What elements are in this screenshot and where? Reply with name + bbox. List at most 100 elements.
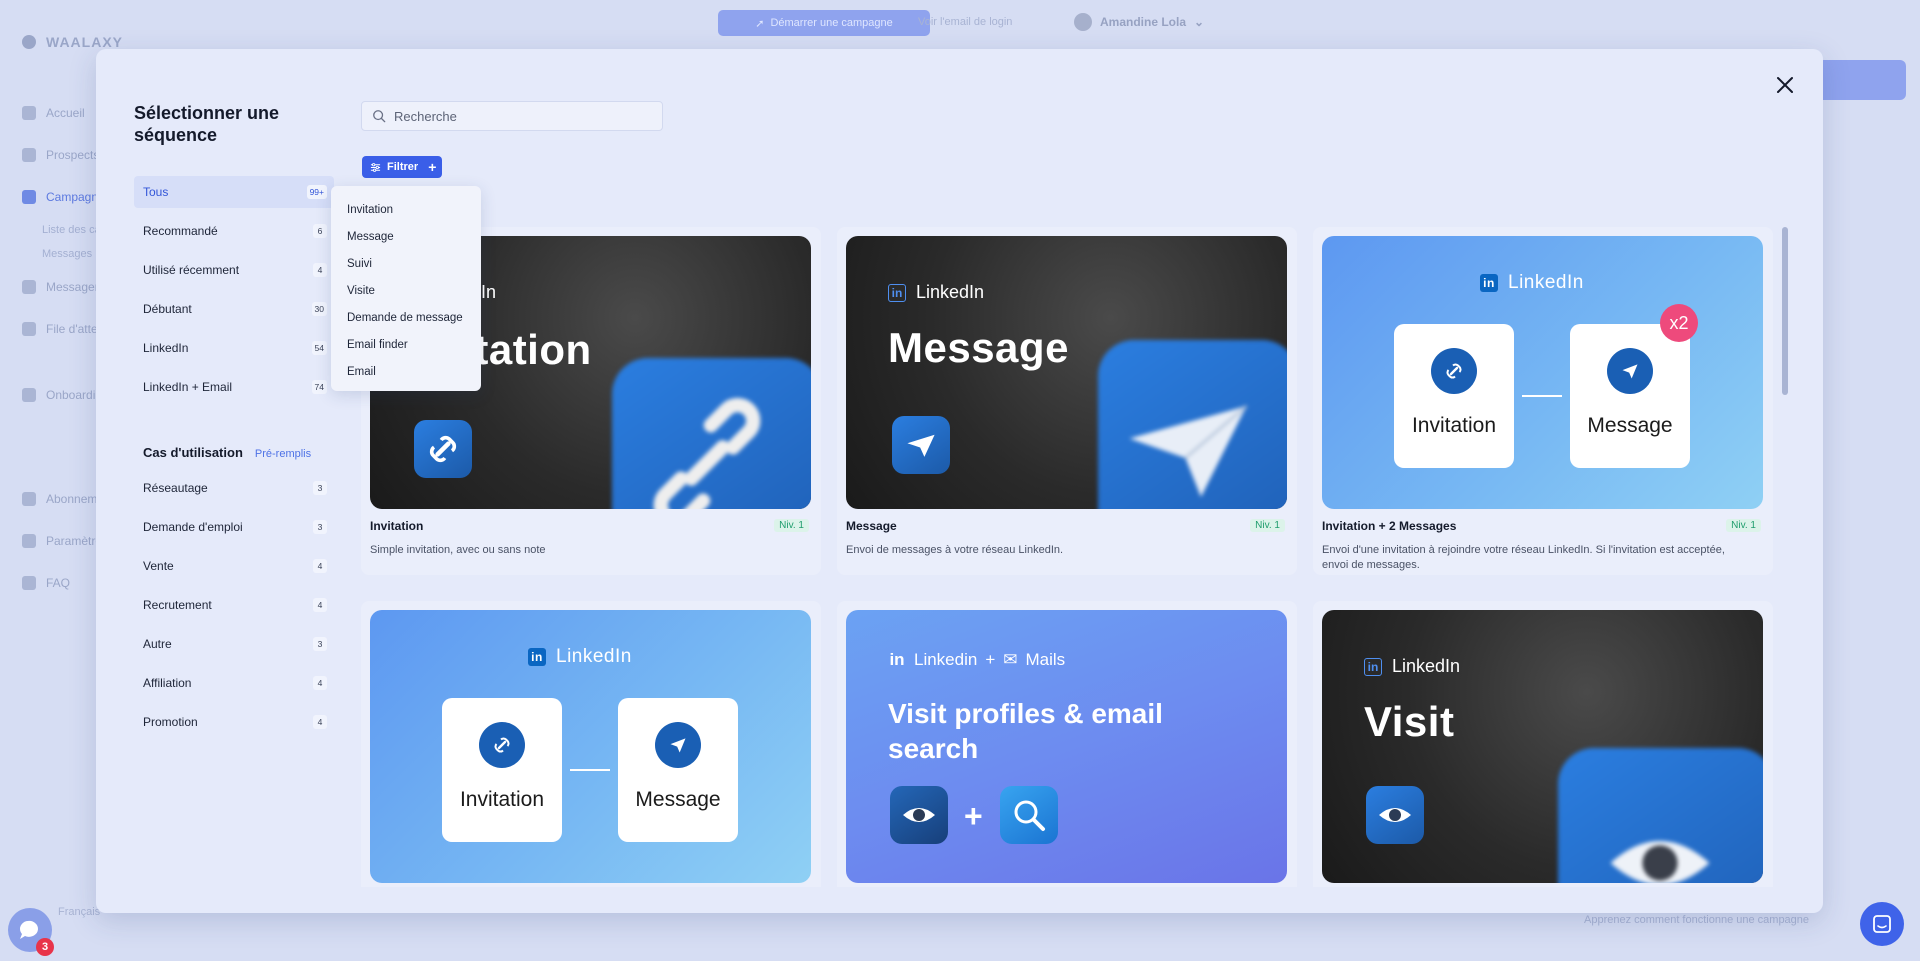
card-description: Simple invitation, avec ou sans note <box>370 544 546 556</box>
category-all[interactable]: Tous 99+ <box>134 176 334 208</box>
linkedin-label: in LinkedIn <box>1480 272 1584 294</box>
category-linkedin-email[interactable]: LinkedIn + Email 74 <box>134 371 334 403</box>
bg-language-selector: Français <box>58 906 101 918</box>
usecase-other[interactable]: Autre 3 <box>134 628 334 660</box>
sliders-icon <box>370 162 381 172</box>
plus-icon: + <box>964 798 983 834</box>
usecase-count: 3 <box>313 520 327 534</box>
big-tile <box>612 358 811 509</box>
scroll-thumb[interactable] <box>1782 227 1788 395</box>
filter-option-follow[interactable]: Suivi <box>331 250 481 277</box>
eye-icon <box>903 808 935 822</box>
usecase-sales[interactable]: Vente 4 <box>134 550 334 582</box>
big-tile <box>1098 340 1287 509</box>
filter-menu: Invitation Message Suivi Visite Demande … <box>331 186 481 391</box>
magnifier-tile <box>1000 786 1058 844</box>
filter-option-message[interactable]: Message <box>331 223 481 250</box>
linkedin-icon: in <box>888 283 906 302</box>
level-badge: Niv. 1 <box>1726 519 1761 532</box>
users-icon <box>22 148 36 162</box>
linkedin-icon: in <box>528 648 546 666</box>
intercom-icon <box>1873 915 1891 933</box>
invitation-step-card: Invitation <box>442 698 562 842</box>
usecase-promotion[interactable]: Promotion 4 <box>134 706 334 738</box>
sequence-card-message[interactable]: in LinkedIn Message Message Niv. 1 Envoi… <box>837 227 1297 575</box>
card-description: Envoi de messages à votre réseau LinkedI… <box>846 544 1064 556</box>
message-step-card: Message <box>1570 324 1690 468</box>
card-illustration: in LinkedIn Invitation Message <box>370 610 811 883</box>
filter-option-email[interactable]: Email <box>331 358 481 385</box>
filter-button[interactable]: Filtrer + <box>362 156 443 178</box>
prefilled-link[interactable]: Pré-remplis <box>255 448 311 460</box>
sequence-card-visit[interactable]: in LinkedIn Visit <box>1313 601 1773 887</box>
card-illustration-title: Visit <box>1364 698 1455 745</box>
rocket-icon <box>22 190 36 204</box>
message-step-card: Message <box>618 698 738 842</box>
category-linkedin[interactable]: LinkedIn 54 <box>134 332 334 364</box>
level-badge: Niv. 1 <box>774 519 809 532</box>
card-description: Envoi d'une invitation à rejoindre votre… <box>1322 544 1725 571</box>
eye-icon <box>1610 841 1710 883</box>
help-chat-button[interactable] <box>1860 902 1904 946</box>
eye-icon <box>1379 808 1411 822</box>
bg-user-menu: Amandine Lola ⌄ <box>1074 13 1204 31</box>
card-illustration: in LinkedIn Visit <box>1322 610 1763 883</box>
chat-icon <box>22 280 36 294</box>
brand-name: WAALAXY <box>46 34 123 50</box>
category-count: 99+ <box>306 185 327 199</box>
chat-notification-badge: 3 <box>36 938 54 956</box>
category-beginner[interactable]: Débutant 30 <box>134 293 334 325</box>
invitation-step-card: Invitation <box>1394 324 1514 468</box>
linkedin-icon: in <box>1480 274 1498 292</box>
bg-login-email-link: Voir l'email de login <box>918 16 1013 28</box>
bg-action-button <box>1810 60 1906 100</box>
card-illustration: in LinkedIn Invitation Message x2 <box>1322 236 1763 509</box>
search-box <box>361 101 663 131</box>
settings-icon <box>22 534 36 548</box>
search-input[interactable] <box>394 108 634 124</box>
level-badge: Niv. 1 <box>1250 519 1285 532</box>
usecase-count: 4 <box>313 676 327 690</box>
small-tile <box>892 416 950 474</box>
usecase-job-search[interactable]: Demande d'emploi 3 <box>134 511 334 543</box>
usecase-count: 4 <box>313 715 327 729</box>
sequence-modal: Sélectionner une séquence Tous 99+ Recom… <box>96 49 1823 913</box>
bg-help-link: Apprenez comment fonctionne une campagne <box>1584 914 1810 926</box>
plus-icon: + <box>985 650 996 669</box>
avatar <box>1074 13 1092 31</box>
brand-logo: WAALAXY <box>22 34 123 50</box>
sequence-card-invitation-message[interactable]: in LinkedIn Invitation Message <box>361 601 821 887</box>
home-icon <box>22 106 36 120</box>
gear-icon <box>22 388 36 402</box>
step-connector <box>1522 395 1562 397</box>
usecase-affiliation[interactable]: Affiliation 4 <box>134 667 334 699</box>
linkedin-label: in LinkedIn <box>528 646 632 668</box>
category-recommended[interactable]: Recommandé 6 <box>134 215 334 247</box>
step-connector <box>570 769 610 771</box>
paper-plane-icon <box>1607 348 1653 394</box>
linkedin-label: in LinkedIn <box>1364 656 1460 677</box>
card-title: Invitation + 2 Messages <box>1322 519 1457 533</box>
category-recently-used[interactable]: Utilisé récemment 4 <box>134 254 334 286</box>
linkedin-icon: in <box>1364 657 1382 676</box>
filter-option-invitation[interactable]: Invitation <box>331 196 481 223</box>
filter-option-visit[interactable]: Visite <box>331 277 481 304</box>
modal-title: Sélectionner une séquence <box>134 103 280 145</box>
close-button[interactable] <box>1769 69 1801 101</box>
mail-icon: ✉ <box>1003 650 1018 669</box>
grid-scrollbar[interactable] <box>1782 227 1788 887</box>
filter-option-email-finder[interactable]: Email finder <box>331 331 481 358</box>
bg-start-campaign-button: ➚ Démarrer une campagne <box>718 10 930 36</box>
filter-option-message-request[interactable]: Demande de message <box>331 304 481 331</box>
brand-logo-icon <box>22 35 36 49</box>
question-icon <box>22 576 36 590</box>
usecase-header: Cas d'utilisation Pré-remplis <box>134 445 334 460</box>
usecase-networking[interactable]: Réseautage 3 <box>134 472 334 504</box>
card-title: Message <box>846 519 897 533</box>
usecase-recruiting[interactable]: Recrutement 4 <box>134 589 334 621</box>
usecase-count: 4 <box>313 598 327 612</box>
paper-plane-icon <box>1129 405 1248 497</box>
sequence-card-visit-email-search[interactable]: in Linkedin + ✉ Mails Visit profiles & e… <box>837 601 1297 887</box>
sequence-card-invitation-2-messages[interactable]: in LinkedIn Invitation Message x2 Invita… <box>1313 227 1773 575</box>
category-count: 30 <box>311 302 327 316</box>
